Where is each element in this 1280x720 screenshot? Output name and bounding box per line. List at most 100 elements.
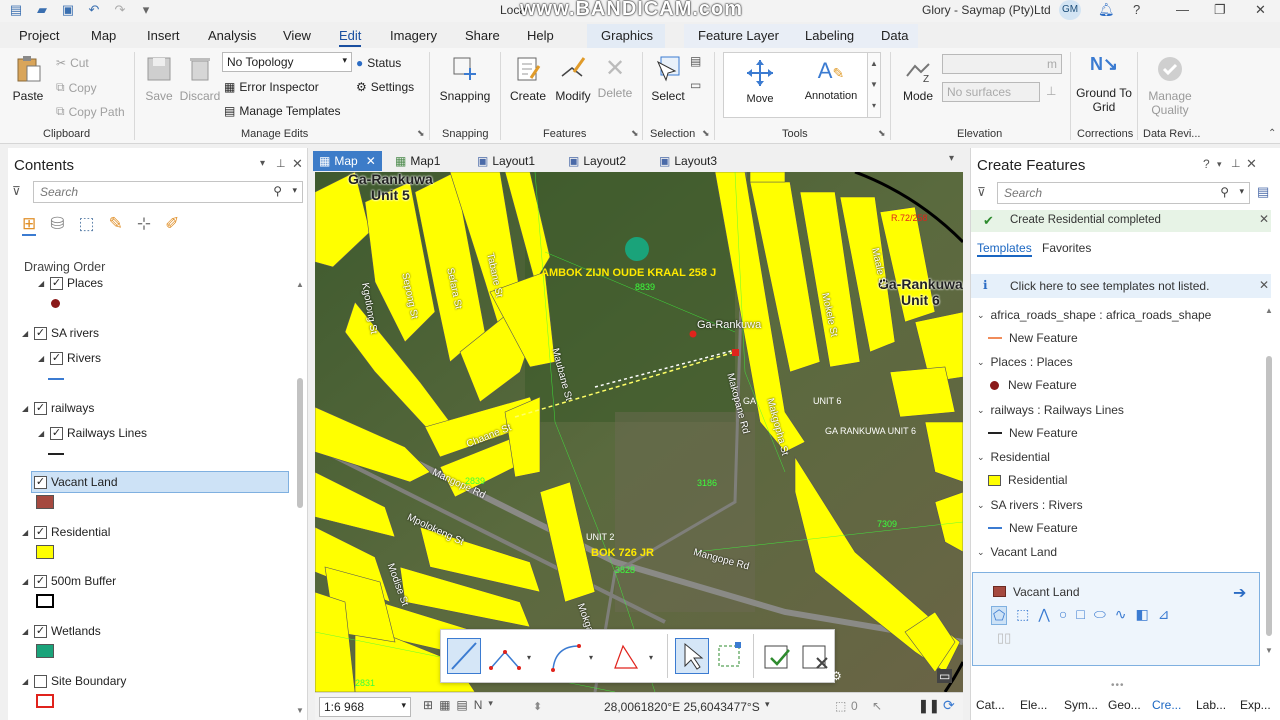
- square-tool-icon[interactable]: □: [1076, 606, 1084, 625]
- elevation-mode-button[interactable]: Z Mode: [898, 54, 938, 103]
- arc-tool-button[interactable]: ▾: [549, 640, 597, 674]
- feature-template-item[interactable]: Residential: [987, 473, 1067, 487]
- layer-name[interactable]: Wetlands: [51, 624, 101, 638]
- map-view[interactable]: Ga-Rankuwa Unit 5 Ga-Rankuwa Unit 6 AMBO…: [315, 172, 963, 692]
- tab-feature-layer[interactable]: Feature Layer: [698, 28, 779, 43]
- scale-dropdown[interactable]: 1:6 968 ▾: [319, 697, 411, 717]
- trace-tool-button[interactable]: ▾: [609, 640, 657, 674]
- view-tab-map1[interactable]: ▦ Map1: [389, 151, 446, 171]
- close-pane-icon[interactable]: ✕: [1246, 156, 1257, 172]
- map-notes-icon[interactable]: ▭: [937, 669, 953, 683]
- template-group-header[interactable]: ⌄ africa_roads_shape : africa_roads_shape: [977, 308, 1211, 322]
- expand-arrow-icon[interactable]: ◢: [22, 404, 30, 413]
- layer-symbol-swatch[interactable]: [48, 453, 64, 455]
- bottom-tab[interactable]: Exp...: [1235, 692, 1279, 720]
- minimize-icon[interactable]: —: [1176, 2, 1189, 17]
- sketch-vertex[interactable]: [732, 349, 739, 356]
- clear-selection-icon[interactable]: ▭: [690, 78, 701, 92]
- tab-analysis[interactable]: Analysis: [208, 28, 256, 43]
- expand-arrow-icon[interactable]: ◢: [38, 279, 46, 288]
- tab-project[interactable]: Project: [19, 28, 59, 43]
- bottom-tab[interactable]: Sym...: [1059, 692, 1103, 720]
- dialog-launcher-icon[interactable]: ⬊: [878, 128, 886, 139]
- surfaces-dropdown[interactable]: No surfaces: [942, 82, 1040, 102]
- redo-icon[interactable]: ↷: [112, 2, 128, 18]
- chevron-down-icon[interactable]: ▾: [488, 698, 493, 712]
- line-tool-button[interactable]: [447, 638, 481, 674]
- layer-symbol-swatch[interactable]: [36, 694, 54, 708]
- save-edits-button[interactable]: Save: [142, 54, 176, 103]
- tab-map[interactable]: Map: [91, 28, 116, 43]
- chevron-down-icon[interactable]: ▾: [765, 699, 770, 710]
- layer-name[interactable]: Site Boundary: [51, 674, 126, 688]
- layer-symbol-swatch[interactable]: [48, 378, 64, 380]
- toolbar-settings-icon[interactable]: ⚙: [831, 669, 842, 683]
- fixed-zoom-icon[interactable]: ⊞: [423, 698, 433, 712]
- dialog-launcher-icon[interactable]: ⬊: [417, 128, 425, 139]
- ellipse-tool-icon[interactable]: ⬭: [1094, 606, 1106, 625]
- layer-name[interactable]: Railways Lines: [67, 426, 147, 440]
- layer-name[interactable]: Places: [67, 276, 103, 290]
- autocomplete-polygon-icon[interactable]: ◧: [1136, 606, 1149, 625]
- layer-visibility-checkbox[interactable]: ✓: [50, 351, 63, 365]
- layer-name[interactable]: Vacant Land: [51, 475, 118, 489]
- template-group-header[interactable]: ⌄ SA rivers : Rivers: [977, 498, 1083, 512]
- pane-options-icon[interactable]: ▾: [1217, 159, 1222, 170]
- layer-symbol-swatch[interactable]: [36, 495, 54, 509]
- signed-in-user[interactable]: Glory - Saymap (Pty)Ltd: [922, 3, 1051, 17]
- contents-scrollbar[interactable]: ▲ ▼: [296, 278, 304, 718]
- bottom-tab[interactable]: Cre...: [1147, 692, 1191, 720]
- view-tab-layout1[interactable]: ▣ Layout1: [471, 151, 541, 171]
- expand-arrow-icon[interactable]: ◢: [38, 429, 46, 438]
- labeling-view-icon[interactable]: ✐: [165, 214, 179, 236]
- layer-visibility-checkbox[interactable]: ✓: [50, 276, 63, 290]
- layer-row[interactable]: ✓ Vacant Land: [31, 471, 289, 493]
- pin-icon[interactable]: ⊥: [1231, 157, 1241, 170]
- expand-arrow-icon[interactable]: ◢: [22, 677, 30, 686]
- collapse-ribbon-icon[interactable]: ⌃: [1268, 128, 1276, 139]
- save-project-icon[interactable]: ▣: [60, 2, 76, 18]
- scroll-up-icon[interactable]: ▲: [296, 280, 304, 289]
- editing-view-icon[interactable]: ✎: [109, 214, 123, 236]
- move-tool-button[interactable]: Move: [735, 58, 785, 105]
- contents-search-input[interactable]: Search ⚲ ▾: [33, 181, 303, 203]
- expand-arrow-icon[interactable]: ◢: [22, 577, 30, 586]
- clip-icon[interactable]: ▤: [456, 698, 467, 712]
- dismiss-info-icon[interactable]: ✕: [1259, 278, 1269, 292]
- pause-drawing-icon[interactable]: ❚❚: [918, 698, 940, 714]
- freehand-tool-icon[interactable]: ∿: [1115, 606, 1127, 625]
- scroll-thumb[interactable]: [1266, 356, 1272, 636]
- template-search-input[interactable]: Search ⚲ ▾: [997, 182, 1250, 204]
- templates-scrollbar[interactable]: ▲ ▼: [1265, 306, 1273, 686]
- manage-quality-button[interactable]: Manage Quality: [1142, 54, 1198, 117]
- tab-view[interactable]: View: [283, 28, 311, 43]
- resize-grip[interactable]: •••: [1111, 680, 1125, 691]
- layer-name[interactable]: Residential: [51, 525, 110, 539]
- arrow-right-icon[interactable]: ➔: [1233, 583, 1246, 603]
- layer-row[interactable]: ◢ ✓ Residential: [22, 525, 110, 539]
- pin-icon[interactable]: ⊥: [276, 157, 286, 170]
- rectangle-tool-icon[interactable]: ⬚: [1016, 606, 1029, 625]
- layer-visibility-checkbox[interactable]: ✓: [34, 525, 47, 539]
- layer-name[interactable]: SA rivers: [51, 326, 99, 340]
- layer-row[interactable]: ◢ ✓ Places: [38, 276, 103, 290]
- dialog-launcher-icon[interactable]: ⬊: [631, 128, 639, 139]
- expand-arrow-icon[interactable]: ◢: [22, 627, 30, 636]
- filter-icon[interactable]: ⊽: [12, 184, 21, 198]
- status-button[interactable]: ● Status: [356, 56, 401, 70]
- split-tool-icon[interactable]: ▯▯: [997, 630, 1011, 646]
- polyline-tool-button[interactable]: ▾: [487, 640, 535, 674]
- create-button[interactable]: Create: [508, 54, 548, 103]
- dismiss-banner-icon[interactable]: ✕: [1259, 212, 1269, 226]
- snapping-button[interactable]: Snapping: [437, 54, 493, 103]
- close-pane-icon[interactable]: ✕: [292, 156, 303, 172]
- layer-symbol-swatch[interactable]: [36, 594, 54, 608]
- topology-dropdown[interactable]: No Topology ▾: [222, 52, 352, 72]
- layer-symbol-swatch[interactable]: [51, 299, 60, 308]
- pane-options-icon[interactable]: ▾: [260, 158, 265, 169]
- template-group-header[interactable]: ⌄ Residential: [977, 450, 1050, 464]
- attributes-icon[interactable]: ▤: [690, 54, 701, 68]
- data-source-icon[interactable]: ⛁: [50, 214, 64, 236]
- manage-templates-button[interactable]: ▤ Manage Templates: [224, 104, 341, 118]
- scroll-down-icon[interactable]: ▼: [1265, 646, 1273, 655]
